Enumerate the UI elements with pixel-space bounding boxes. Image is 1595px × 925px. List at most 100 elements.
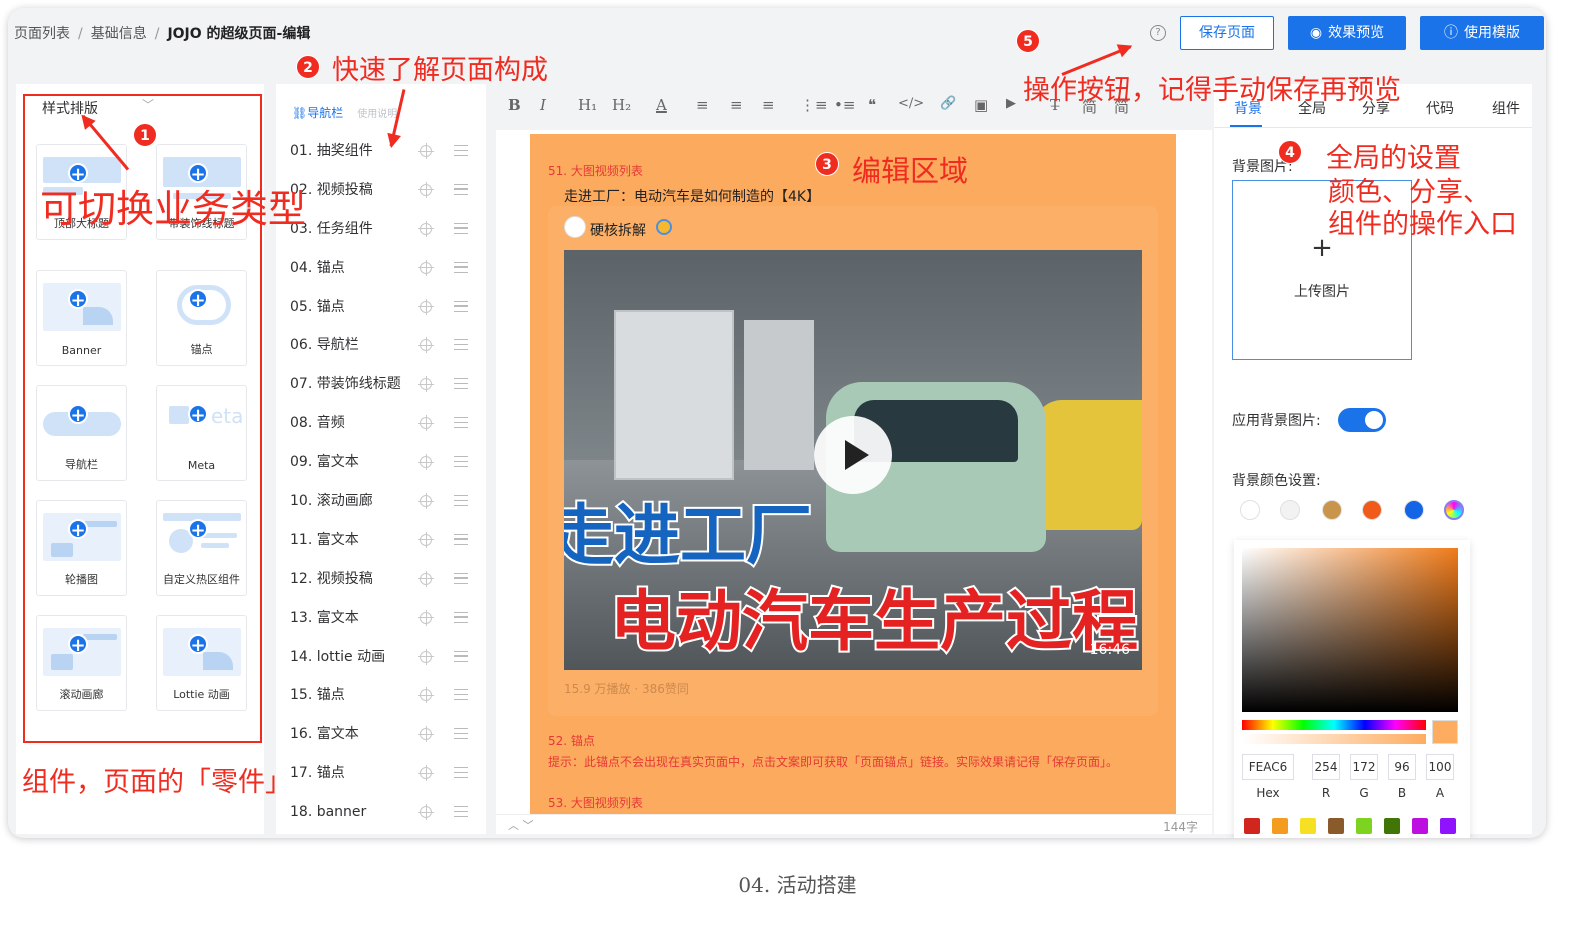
bold-icon[interactable]: B	[508, 96, 521, 114]
anchor-tip[interactable]: 提示：此锚点不会出现在真实页面中，点击文案即可获取「页面锚点」链接。实际效果请记…	[548, 752, 1160, 772]
video-player[interactable]: 走进工厂 电动汽车生产过程 16:46	[564, 250, 1142, 670]
locate-icon[interactable]	[418, 726, 434, 743]
locate-icon[interactable]	[418, 648, 434, 665]
align-left-icon[interactable]: ≡	[696, 96, 709, 114]
preset-color[interactable]	[1328, 818, 1344, 834]
preset-color[interactable]	[1356, 818, 1372, 834]
list-item[interactable]: 07. 带装饰线标题	[290, 365, 476, 404]
b-input[interactable]: 96	[1388, 754, 1416, 780]
locate-icon[interactable]	[418, 454, 434, 471]
color-swatch[interactable]	[1280, 500, 1300, 520]
hue-slider[interactable]	[1242, 720, 1426, 730]
locate-icon[interactable]	[418, 570, 434, 587]
collapse-arrows-icon[interactable]: ︿ ﹀	[508, 817, 534, 833]
list-item[interactable]: 18. banner	[290, 793, 476, 832]
drag-handle-icon[interactable]	[454, 261, 468, 273]
heading1-icon[interactable]: H₁	[578, 96, 597, 114]
alpha-slider[interactable]	[1242, 734, 1426, 744]
drag-handle-icon[interactable]	[454, 183, 468, 195]
locate-icon[interactable]	[418, 804, 434, 821]
drag-handle-icon[interactable]	[454, 533, 468, 545]
preview-button[interactable]: ◉ 效果预览	[1288, 16, 1406, 50]
drag-handle-icon[interactable]	[454, 572, 468, 584]
locate-icon[interactable]	[418, 259, 434, 276]
drag-handle-icon[interactable]	[454, 689, 468, 701]
locate-icon[interactable]	[418, 531, 434, 548]
a-input[interactable]: 100	[1426, 754, 1454, 780]
bullet-list-icon[interactable]: •≡	[834, 96, 855, 114]
color-swatch[interactable]	[1240, 500, 1260, 520]
preset-color[interactable]	[1272, 818, 1288, 834]
color-swatch[interactable]	[1362, 500, 1382, 520]
breadcrumb-basic-info[interactable]: 基础信息	[91, 26, 147, 42]
save-page-button[interactable]: 保存页面	[1180, 16, 1274, 50]
list-item[interactable]: 11. 富文本	[290, 521, 476, 560]
video-title[interactable]: 走进工厂：电动汽车是如何制造的【4K】	[564, 186, 820, 206]
link-icon[interactable]: 🔗	[940, 96, 956, 111]
drag-handle-icon[interactable]	[454, 728, 468, 740]
drag-handle-icon[interactable]	[454, 611, 468, 623]
video-icon[interactable]: ▶	[1006, 96, 1016, 111]
locate-icon[interactable]	[418, 765, 434, 782]
italic-icon[interactable]: I	[540, 96, 546, 114]
breadcrumb-page-list[interactable]: 页面列表	[14, 26, 70, 42]
code-icon[interactable]: </>	[898, 96, 924, 111]
align-center-icon[interactable]: ≡	[730, 96, 743, 114]
list-item[interactable]: 16. 富文本	[290, 715, 476, 754]
list-item[interactable]: 05. 锚点	[290, 288, 476, 327]
preset-color[interactable]	[1300, 818, 1316, 834]
preset-color[interactable]	[1412, 818, 1428, 834]
list-item[interactable]: 06. 导航栏	[290, 326, 476, 365]
drag-handle-icon[interactable]	[454, 806, 468, 818]
help-icon[interactable]: ?	[1150, 25, 1166, 41]
list-item[interactable]: 14. lottie 动画	[290, 638, 476, 677]
page-canvas[interactable]: 51. 大图视频列表 走进工厂：电动汽车是如何制造的【4K】 硬核拆解 走进工厂…	[530, 134, 1176, 814]
drag-handle-icon[interactable]	[454, 417, 468, 429]
g-input[interactable]: 172	[1350, 754, 1378, 780]
r-input[interactable]: 254	[1312, 754, 1340, 780]
list-item[interactable]: 02. 视频投稿	[290, 171, 476, 210]
drag-handle-icon[interactable]	[454, 339, 468, 351]
saturation-value-area[interactable]	[1242, 548, 1458, 712]
locate-icon[interactable]	[418, 493, 434, 510]
drag-handle-icon[interactable]	[454, 495, 468, 507]
tab-navbar[interactable]: ⛓导航栏	[292, 106, 343, 120]
preset-color[interactable]	[1384, 818, 1400, 834]
locate-icon[interactable]	[418, 376, 434, 393]
list-item[interactable]: 03. 任务组件	[290, 210, 476, 249]
anchor-label[interactable]: 52. 锚点	[548, 732, 595, 749]
custom-color-swatch[interactable]	[1444, 500, 1464, 520]
image-icon[interactable]: ▣	[974, 96, 988, 114]
locate-icon[interactable]	[418, 181, 434, 198]
quote-icon[interactable]: ❝	[868, 96, 876, 114]
locate-icon[interactable]	[418, 298, 434, 315]
drag-handle-icon[interactable]	[454, 222, 468, 234]
locate-icon[interactable]	[418, 337, 434, 354]
locate-icon[interactable]	[418, 687, 434, 704]
list-item[interactable]: 13. 富文本	[290, 599, 476, 638]
play-icon[interactable]	[814, 416, 892, 494]
align-right-icon[interactable]: ≡	[762, 96, 775, 114]
list-item[interactable]: 10. 滚动画廊	[290, 482, 476, 521]
use-template-button[interactable]: ⓘ 使用模版	[1420, 16, 1544, 50]
ordered-list-icon[interactable]: ⋮≡	[800, 96, 828, 114]
locate-icon[interactable]	[418, 143, 434, 159]
list-item[interactable]: 12. 视频投稿	[290, 560, 476, 599]
drag-handle-icon[interactable]	[454, 300, 468, 312]
hex-input[interactable]: FEAC6	[1242, 754, 1294, 780]
tab-code[interactable]: 代码	[1426, 98, 1454, 118]
heading2-icon[interactable]: H₂	[612, 96, 631, 114]
font-color-icon[interactable]: A	[656, 96, 667, 114]
list-item[interactable]: 04. 锚点	[290, 249, 476, 288]
locate-icon[interactable]	[418, 415, 434, 432]
tab-component[interactable]: 组件	[1492, 98, 1520, 118]
locate-icon[interactable]	[418, 220, 434, 237]
drag-handle-icon[interactable]	[454, 145, 468, 156]
preset-color[interactable]	[1244, 818, 1260, 834]
list-item[interactable]: 17. 锚点	[290, 754, 476, 793]
tab-instructions[interactable]: 使用说明	[357, 109, 397, 120]
color-swatch[interactable]	[1404, 500, 1424, 520]
list-item[interactable]: 15. 锚点	[290, 676, 476, 715]
list-item[interactable]: 08. 音频	[290, 404, 476, 443]
drag-handle-icon[interactable]	[454, 650, 468, 662]
